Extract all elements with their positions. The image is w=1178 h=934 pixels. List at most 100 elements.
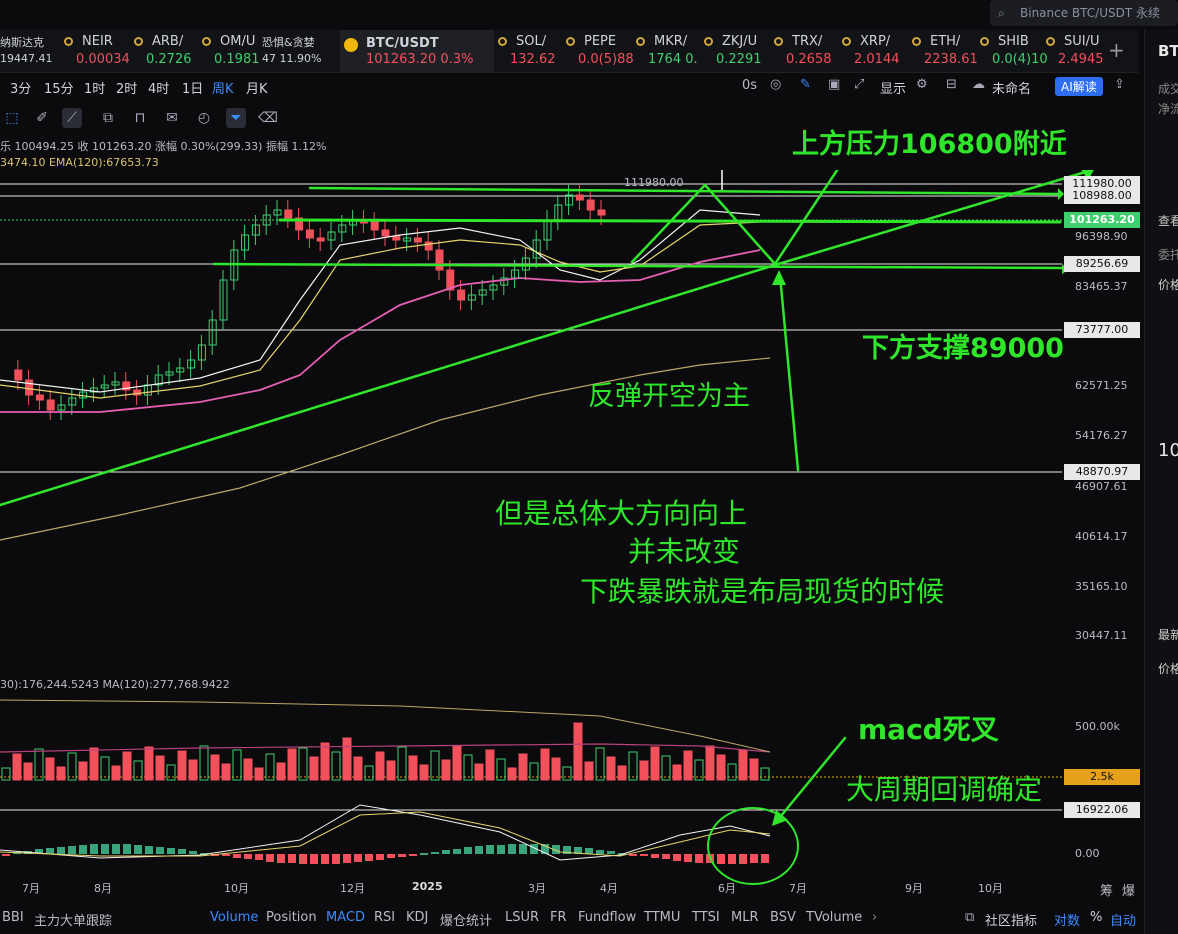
candlestick-chart[interactable] <box>0 170 1140 890</box>
volume-bar-47 <box>518 753 528 781</box>
pane-label-2: 净流 <box>1158 102 1178 116</box>
display-button[interactable]: 显示 <box>880 78 906 97</box>
volume-bar-34 <box>375 751 385 781</box>
macd-bar-6 <box>68 846 76 854</box>
volume-bar-38 <box>419 764 429 781</box>
fullscreen-icon[interactable]: ⤢ <box>854 77 864 92</box>
coin-icon <box>498 37 507 46</box>
macd-bar-55 <box>607 851 615 854</box>
symbol-tab-13[interactable]: SHIB 0.0(4)10 <box>976 30 1048 72</box>
camera-icon[interactable]: ◎ <box>770 77 781 92</box>
candle-38 <box>413 237 422 243</box>
coin-icon <box>774 37 783 46</box>
volume-bar-51 <box>562 766 572 781</box>
volume-bar-8 <box>89 747 99 781</box>
resistance-line <box>308 186 1062 196</box>
symbol-tab-2[interactable]: ARB/0.2726 <box>130 30 198 72</box>
symbol-tab-9[interactable]: ZKJ/U 0.2291 <box>700 30 770 72</box>
ai-read-button[interactable]: AI解读 <box>1055 77 1103 96</box>
pane-label-8: 价格 <box>1158 662 1178 676</box>
brush-icon[interactable]: ✐ <box>32 108 52 128</box>
indicator-10[interactable]: Fundflow <box>578 910 636 925</box>
macd-bar-37 <box>409 854 417 856</box>
timeframe-5[interactable]: 1日 <box>182 78 203 97</box>
macd-bar-5 <box>57 847 65 854</box>
indicator-0[interactable]: BBI <box>2 910 24 925</box>
trash-icon[interactable]: ⌫ <box>258 108 278 128</box>
image-icon[interactable]: ▣ <box>828 77 840 92</box>
layout-name[interactable]: 未命名 <box>992 78 1031 97</box>
macd-bar-0 <box>2 854 10 856</box>
timeframe-1[interactable]: 15分 <box>44 78 74 97</box>
auto-toggle[interactable]: 自动 <box>1110 910 1136 929</box>
timeframe-0[interactable]: 3分 <box>10 78 31 97</box>
log-toggle[interactable]: 对数 <box>1054 910 1080 929</box>
symbol-tab-14[interactable]: SUI/U 2.4945 <box>1042 30 1108 72</box>
note-icon[interactable]: ✉ <box>162 108 182 128</box>
symbol-tab-7[interactable]: PEPE 0.0(5)88 <box>562 30 634 72</box>
symbol-tab-3[interactable]: OM/U 0.1981 <box>198 30 262 72</box>
indicator-3[interactable]: Position <box>266 910 317 925</box>
macd-bar-47 <box>519 844 527 854</box>
symbol-tab-5[interactable]: BTC/USDT 101263.20 0.3% <box>340 30 494 72</box>
indicator-8[interactable]: LSUR <box>505 910 539 925</box>
symbol-tab-0[interactable]: 纳斯达克 19447.41 <box>0 30 60 72</box>
settings-icon[interactable]: ⚙ <box>916 77 928 92</box>
indicator-7[interactable]: 爆仓统计 <box>440 910 492 929</box>
indicator-5[interactable]: RSI <box>374 910 395 925</box>
symbol-tab-8[interactable]: MKR/1764 0. <box>632 30 700 72</box>
symbol-tab-10[interactable]: TRX/0.2658 <box>770 30 838 72</box>
trendline-icon[interactable]: ⟋ <box>62 108 82 128</box>
indicator-2[interactable]: Volume <box>210 910 258 925</box>
volume-bar-64 <box>705 745 715 781</box>
measure-icon[interactable]: ⧉ <box>98 108 118 128</box>
macd-bar-38 <box>420 853 428 855</box>
indicator-15[interactable]: TVolume <box>806 910 862 925</box>
volume-bar-59 <box>650 746 660 781</box>
pen-icon[interactable]: ✎ <box>800 77 811 92</box>
indicator-4[interactable]: MACD <box>326 910 365 925</box>
timeframe-2[interactable]: 1时 <box>84 78 105 97</box>
timeframe-6[interactable]: 周K <box>212 78 234 97</box>
volume-bar-25 <box>276 762 286 781</box>
share-icon[interactable]: ⇪ <box>1114 77 1125 92</box>
timeframe-4[interactable]: 4时 <box>148 78 169 97</box>
search-icon: ⌕ <box>998 6 1005 20</box>
symbol-tab-6[interactable]: SOL/132.62 <box>494 30 562 72</box>
indicator-6[interactable]: KDJ <box>406 910 428 925</box>
symbol-tab-4[interactable]: 恐惧&贪婪 47 11.90% <box>262 30 340 72</box>
macd-bar-61 <box>673 854 681 861</box>
volume-bar-57 <box>628 751 638 781</box>
template-icon[interactable]: ⊟ <box>946 77 957 92</box>
indicator-12[interactable]: TTSI <box>692 910 720 925</box>
community-indicators[interactable]: 社区指标 <box>985 910 1037 929</box>
percent-toggle[interactable]: % <box>1090 910 1102 925</box>
indicator-13[interactable]: MLR <box>731 910 759 925</box>
indicator-11[interactable]: TTMU <box>644 910 680 925</box>
ema-short-line <box>0 209 761 393</box>
chevron-right-icon[interactable]: › <box>872 910 877 925</box>
volume-bar-52 <box>573 722 583 781</box>
magnet-icon[interactable]: ◴ <box>194 108 214 128</box>
filter-icon[interactable]: ⏷ <box>226 108 246 128</box>
tab-name: OM/U <box>220 34 256 49</box>
indicator-9[interactable]: FR <box>550 910 567 925</box>
candle-26 <box>284 209 293 219</box>
volume-bar-49 <box>540 748 550 781</box>
symbol-search[interactable]: ⌕ Binance BTC/USDT 永续 <box>990 0 1178 26</box>
volume-bar-62 <box>683 750 693 781</box>
symbol-tab-12[interactable]: ETH/2238.61 <box>908 30 978 72</box>
indicator-1[interactable]: 主力大单跟踪 <box>34 910 112 929</box>
symbol-tab-1[interactable]: NEIR 0.00034 <box>60 30 130 72</box>
timeframe-3[interactable]: 2时 <box>116 78 137 97</box>
lock-icon[interactable]: ⊓ <box>130 108 150 128</box>
candle-53 <box>575 194 584 201</box>
indicator-14[interactable]: BSV <box>770 910 796 925</box>
select-icon[interactable]: ⬚ <box>2 108 22 128</box>
add-tab-icon[interactable]: + <box>1108 38 1125 62</box>
timeframe-7[interactable]: 月K <box>246 78 268 97</box>
symbol-tab-11[interactable]: XRP/2.0144 <box>838 30 908 72</box>
pane-label-3[interactable]: 查看 <box>1158 212 1178 229</box>
tab-name: TRX/ <box>792 34 823 49</box>
volume-bar-53 <box>584 761 594 781</box>
